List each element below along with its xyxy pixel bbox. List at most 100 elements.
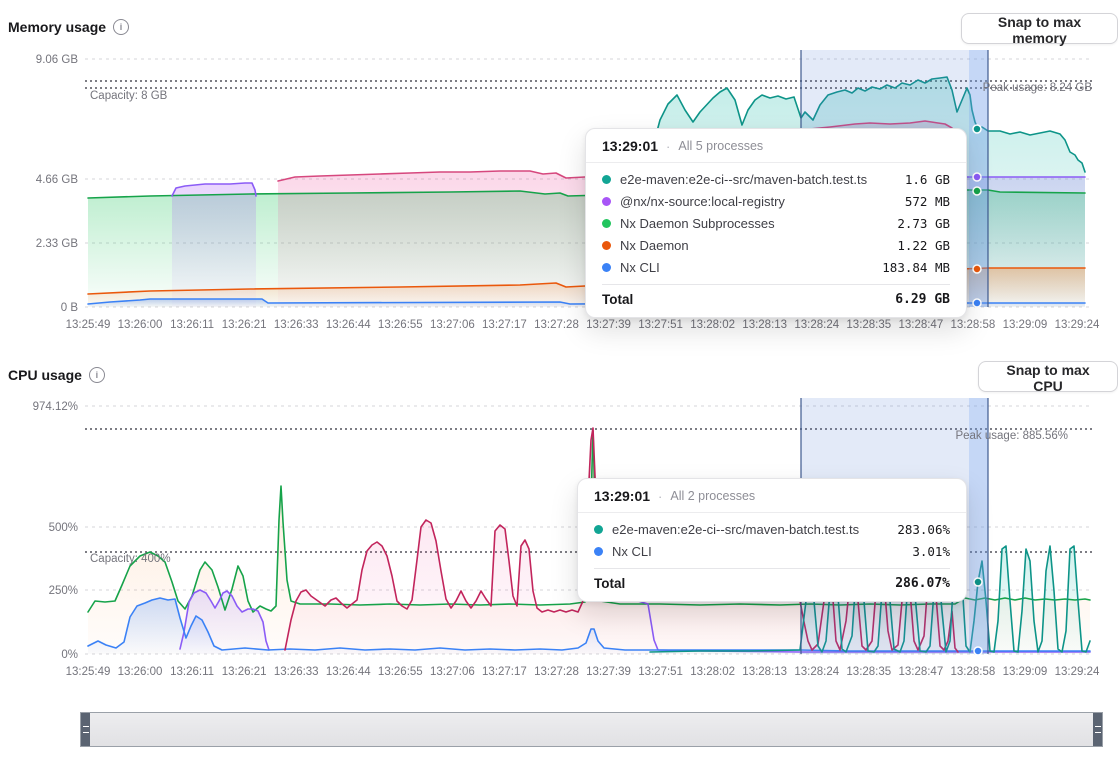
svg-text:13:28:58: 13:28:58 xyxy=(951,319,996,331)
series-color-dot-icon xyxy=(594,547,603,556)
brush-track[interactable] xyxy=(90,713,1093,746)
svg-text:13:29:24: 13:29:24 xyxy=(1055,666,1100,678)
tooltip-series-row: Nx CLI 3.01% xyxy=(594,540,950,562)
cpu-tooltip-rows: e2e-maven:e2e-ci--src/maven-batch.test.t… xyxy=(578,513,966,562)
tooltip-subtitle: All 5 processes xyxy=(678,139,763,153)
svg-text:13:28:58: 13:28:58 xyxy=(951,666,996,678)
svg-text:2.33 GB: 2.33 GB xyxy=(36,238,79,250)
memory-tooltip-rows: e2e-maven:e2e-ci--src/maven-batch.test.t… xyxy=(586,163,966,278)
tooltip-time: 13:29:01 xyxy=(594,488,650,504)
info-icon[interactable]: i xyxy=(113,19,129,35)
memory-section-title: Memory usage xyxy=(8,19,106,35)
series-color-dot-icon xyxy=(602,219,611,228)
tooltip-series-row: Nx CLI 183.84 MB xyxy=(602,256,950,278)
svg-text:500%: 500% xyxy=(49,522,78,534)
cpu-section-title: CPU usage xyxy=(8,367,82,383)
svg-text:13:25:49: 13:25:49 xyxy=(66,666,111,678)
svg-text:13:27:17: 13:27:17 xyxy=(482,319,527,331)
svg-text:13:27:39: 13:27:39 xyxy=(586,666,631,678)
series-color-dot-icon xyxy=(602,263,611,272)
svg-text:0%: 0% xyxy=(61,649,78,661)
tooltip-time: 13:29:01 xyxy=(602,138,658,154)
tooltip-total-label: Total xyxy=(602,292,633,307)
svg-text:13:27:39: 13:27:39 xyxy=(586,319,631,331)
series-name: Nx CLI xyxy=(612,544,903,559)
svg-text:13:27:06: 13:27:06 xyxy=(430,319,475,331)
svg-text:13:26:33: 13:26:33 xyxy=(274,319,319,331)
svg-text:13:26:00: 13:26:00 xyxy=(118,666,163,678)
svg-text:13:26:33: 13:26:33 xyxy=(274,666,319,678)
tooltip-separator: · xyxy=(666,139,670,154)
time-range-brush[interactable] xyxy=(80,712,1103,747)
series-color-dot-icon xyxy=(602,175,611,184)
series-value: 3.01% xyxy=(912,544,950,559)
profiler-page: 9.06 GB4.66 GB2.33 GB0 B13:25:4913:26:00… xyxy=(0,0,1118,761)
svg-text:13:29:09: 13:29:09 xyxy=(1003,666,1048,678)
series-name: e2e-maven:e2e-ci--src/maven-batch.test.t… xyxy=(620,172,896,187)
memory-tooltip: 13:29:01 · All 5 processes e2e-maven:e2e… xyxy=(585,128,967,318)
svg-text:4.66 GB: 4.66 GB xyxy=(36,174,79,186)
svg-text:13:29:09: 13:29:09 xyxy=(1003,319,1048,331)
series-name: Nx Daemon xyxy=(620,238,888,253)
svg-text:0 B: 0 B xyxy=(61,302,79,314)
tooltip-series-row: e2e-maven:e2e-ci--src/maven-batch.test.t… xyxy=(602,168,950,190)
svg-text:13:26:00: 13:26:00 xyxy=(118,319,163,331)
charts-canvas: 9.06 GB4.66 GB2.33 GB0 B13:25:4913:26:00… xyxy=(0,0,1118,761)
svg-text:13:28:47: 13:28:47 xyxy=(898,666,943,678)
svg-text:13:26:55: 13:26:55 xyxy=(378,319,423,331)
svg-text:13:27:51: 13:27:51 xyxy=(638,319,683,331)
series-name: @nx/nx-source:local-registry xyxy=(620,194,896,209)
svg-text:13:26:44: 13:26:44 xyxy=(326,666,371,678)
svg-text:13:27:28: 13:27:28 xyxy=(534,319,579,331)
series-value: 2.73 GB xyxy=(897,216,950,231)
svg-text:13:25:49: 13:25:49 xyxy=(66,319,111,331)
memory-section-header: Memory usage i xyxy=(8,19,129,35)
svg-text:13:28:24: 13:28:24 xyxy=(794,319,839,331)
svg-text:13:27:28: 13:27:28 xyxy=(534,666,579,678)
tooltip-series-row: e2e-maven:e2e-ci--src/maven-batch.test.t… xyxy=(594,518,950,540)
series-color-dot-icon xyxy=(594,525,603,534)
tooltip-total-label: Total xyxy=(594,576,625,591)
series-value: 1.22 GB xyxy=(897,238,950,253)
svg-text:Peak usage: 885.56%: Peak usage: 885.56% xyxy=(955,430,1068,442)
series-value: 283.06% xyxy=(897,522,950,537)
tooltip-total-value: 286.07% xyxy=(895,576,950,591)
series-value: 183.84 MB xyxy=(882,260,950,275)
svg-text:13:26:44: 13:26:44 xyxy=(326,319,371,331)
svg-text:13:28:35: 13:28:35 xyxy=(846,666,891,678)
tooltip-series-row: @nx/nx-source:local-registry 572 MB xyxy=(602,190,950,212)
svg-text:13:28:24: 13:28:24 xyxy=(794,666,839,678)
brush-handle-right[interactable] xyxy=(1093,713,1102,746)
svg-text:Capacity: 8 GB: Capacity: 8 GB xyxy=(90,90,168,102)
tooltip-subtitle: All 2 processes xyxy=(670,489,755,503)
svg-text:974.12%: 974.12% xyxy=(33,401,78,413)
svg-text:Capacity: 400%: Capacity: 400% xyxy=(90,553,171,565)
series-color-dot-icon xyxy=(602,197,611,206)
svg-text:13:28:13: 13:28:13 xyxy=(742,319,787,331)
info-icon[interactable]: i xyxy=(89,367,105,383)
svg-text:13:27:17: 13:27:17 xyxy=(482,666,527,678)
cpu-tooltip-header: 13:29:01 · All 2 processes xyxy=(578,479,966,513)
series-value: 572 MB xyxy=(905,194,950,209)
snap-to-max-cpu-button[interactable]: Snap to max CPU xyxy=(978,361,1118,392)
svg-text:13:26:11: 13:26:11 xyxy=(170,319,214,331)
svg-text:13:26:55: 13:26:55 xyxy=(378,666,423,678)
svg-text:13:28:13: 13:28:13 xyxy=(742,666,787,678)
cpu-tooltip: 13:29:01 · All 2 processes e2e-maven:e2e… xyxy=(577,478,967,602)
tooltip-separator: · xyxy=(658,489,662,504)
series-name: Nx CLI xyxy=(620,260,873,275)
grip-icon xyxy=(1095,726,1101,733)
cpu-section-header: CPU usage i xyxy=(8,367,105,383)
svg-text:13:28:02: 13:28:02 xyxy=(690,666,735,678)
svg-text:13:26:21: 13:26:21 xyxy=(222,666,267,678)
svg-text:13:27:06: 13:27:06 xyxy=(430,666,475,678)
brush-handle-left[interactable] xyxy=(81,713,90,746)
tooltip-series-row: Nx Daemon 1.22 GB xyxy=(602,234,950,256)
svg-text:13:29:24: 13:29:24 xyxy=(1055,319,1100,331)
series-value: 1.6 GB xyxy=(905,172,950,187)
cpu-tooltip-total: Total 286.07% xyxy=(594,568,950,601)
snap-to-max-memory-button[interactable]: Snap to max memory xyxy=(961,13,1118,44)
svg-text:13:28:47: 13:28:47 xyxy=(898,319,943,331)
svg-text:13:26:11: 13:26:11 xyxy=(170,666,214,678)
svg-text:13:27:51: 13:27:51 xyxy=(638,666,683,678)
